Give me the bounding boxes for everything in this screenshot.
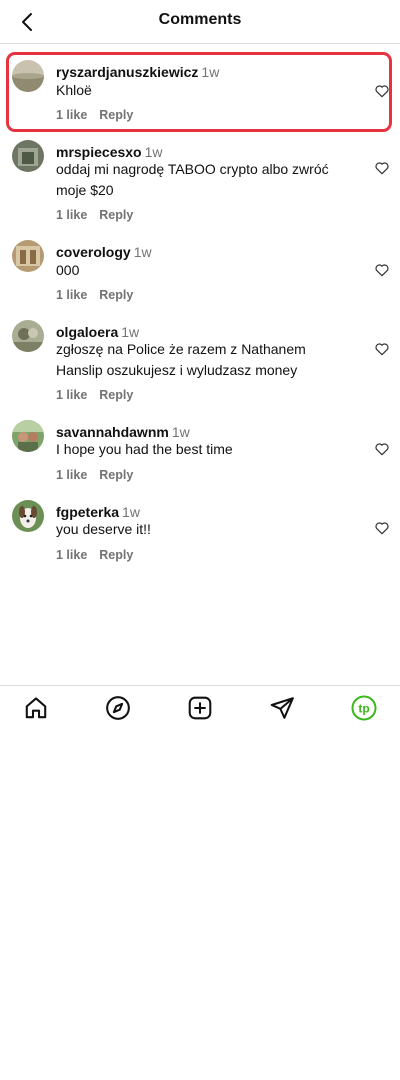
heart-icon[interactable] (374, 160, 390, 176)
nav-profile-button[interactable]: tp (350, 694, 378, 722)
page-title: Comments (158, 11, 242, 28)
bottom-nav: tp (0, 685, 400, 731)
nav-home-button[interactable] (22, 694, 50, 722)
comment-username[interactable]: coverology (56, 244, 131, 260)
comment-meta: 1 like Reply (56, 388, 133, 402)
comment-time: 1w (144, 144, 163, 160)
comment-time: 1w (121, 324, 140, 340)
comments-screen: Comments ryszardjanuszkiewicz 1w Khloë 1 … (0, 0, 400, 1080)
plus-square-icon (188, 696, 212, 720)
nav-messages-button[interactable] (268, 694, 296, 722)
reply-button[interactable]: Reply (99, 208, 133, 222)
like-count[interactable]: 1 like (56, 288, 87, 302)
comment-header: coverology 1w (56, 244, 152, 260)
comment-text: zgłoszę na Police że razem z Nathanem Ha… (56, 341, 306, 378)
like-count[interactable]: 1 like (56, 108, 87, 122)
like-count[interactable]: 1 like (56, 468, 87, 482)
comment-meta: 1 like Reply (56, 468, 133, 482)
comment-header: olgaloera 1w (56, 324, 139, 340)
reply-button[interactable]: Reply (99, 108, 133, 122)
avatar[interactable] (12, 240, 44, 272)
comment-item: mrspiecesxo 1w oddaj mi nagrodę TABOO cry… (0, 136, 400, 236)
heart-icon[interactable] (374, 262, 390, 278)
send-icon (270, 697, 294, 719)
comment-username[interactable]: olgaloera (56, 324, 118, 340)
comment-username[interactable]: mrspiecesxo (56, 144, 142, 160)
comment-header: savannahdawnm 1w (56, 424, 190, 440)
comment-text: you deserve it!! (56, 521, 151, 537)
avatar[interactable] (12, 60, 44, 92)
heart-icon[interactable] (374, 341, 390, 357)
comment-header: mrspiecesxo 1w (56, 144, 163, 160)
like-count[interactable]: 1 like (56, 208, 87, 222)
comment-meta: 1 like Reply (56, 288, 133, 302)
comment-text: 000 (56, 262, 80, 278)
reply-button[interactable]: Reply (99, 468, 133, 482)
comment-text: Khloë (56, 82, 92, 98)
compass-icon (106, 696, 130, 720)
comment-meta: 1 like Reply (56, 108, 133, 122)
comment-item: olgaloera 1w zgłoszę na Police że razem z… (0, 316, 400, 416)
reply-button[interactable]: Reply (99, 388, 133, 402)
header: Comments (0, 0, 400, 44)
comment-time: 1w (171, 424, 190, 440)
nav-create-button[interactable] (186, 694, 214, 722)
comment-header: ryszardjanuszkiewicz 1w (56, 64, 219, 80)
nav-explore-button[interactable] (104, 694, 132, 722)
comment-text: oddaj mi nagrodę TABOO crypto albo zwróć… (56, 161, 329, 198)
avatar[interactable] (12, 140, 44, 172)
heart-icon[interactable] (374, 520, 390, 536)
comment-time: 1w (122, 504, 140, 520)
avatar[interactable] (12, 500, 44, 532)
comment-username[interactable]: savannahdawnm (56, 424, 169, 440)
comment-username[interactable]: ryszardjanuszkiewicz (56, 64, 198, 80)
comment-header: fgpeterka 1w (56, 504, 140, 520)
comment-item: fgpeterka 1w you deserve it!! 1 like Reply (0, 496, 400, 576)
comment-text: I hope you had the best time (56, 441, 233, 457)
avatar[interactable] (12, 420, 44, 452)
like-count[interactable]: 1 like (56, 548, 87, 562)
comment-time: 1w (201, 64, 220, 80)
comment-meta: 1 like Reply (56, 548, 133, 562)
avatar[interactable] (12, 320, 44, 352)
heart-icon[interactable] (374, 83, 390, 99)
reply-button[interactable]: Reply (99, 548, 133, 562)
comment-username[interactable]: fgpeterka (56, 504, 119, 520)
profile-avatar-text: tp (358, 702, 369, 716)
comment-item: coverology 1w 000 1 like Reply (0, 236, 400, 316)
comment-time: 1w (133, 244, 152, 260)
comment-item: savannahdawnm 1w I hope you had the best … (0, 416, 400, 496)
home-icon (25, 697, 47, 719)
comment-item: ryszardjanuszkiewicz 1w Khloë 1 like Reply (0, 44, 400, 136)
comment-meta: 1 like Reply (56, 208, 133, 222)
heart-icon[interactable] (374, 441, 390, 457)
like-count[interactable]: 1 like (56, 388, 87, 402)
profile-avatar-icon: tp (351, 695, 377, 721)
reply-button[interactable]: Reply (99, 288, 133, 302)
